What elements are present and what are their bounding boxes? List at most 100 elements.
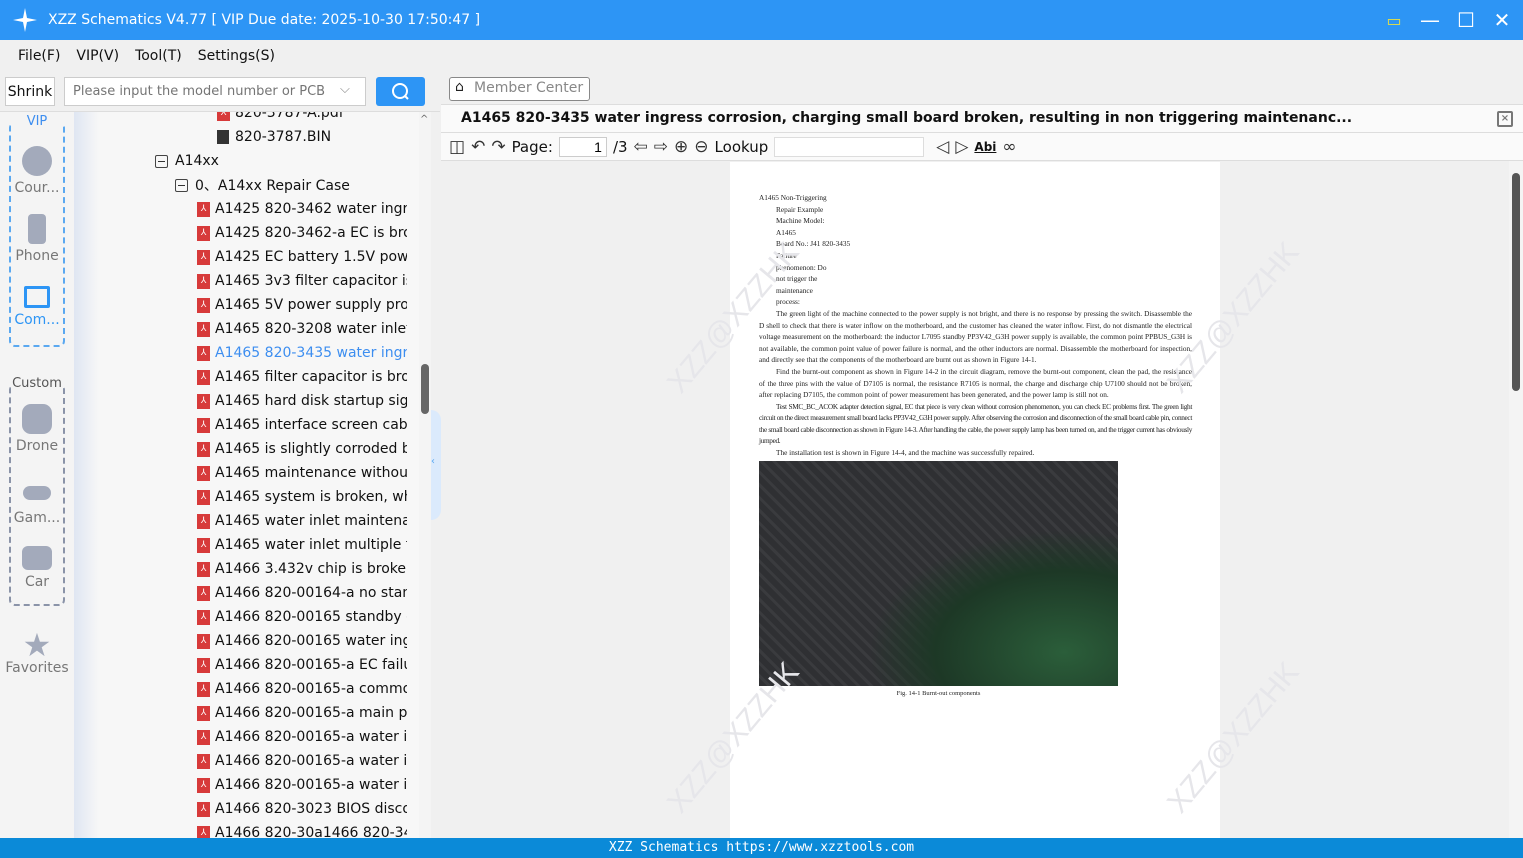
sidebar-item-courses[interactable]: Cour... (0, 146, 74, 196)
sidebar-item-games[interactable]: Gam... (0, 482, 74, 526)
page-input[interactable] (558, 136, 607, 157)
sidebar-item-phone[interactable]: Phone (0, 214, 74, 264)
shrink-button[interactable]: Shrink (5, 77, 55, 106)
tree-file[interactable]: ⅄ A1425 820-3462 water ingress (197, 197, 407, 221)
pdf-icon: ⅄ (197, 393, 210, 409)
tree-file[interactable]: ⅄ A1425 EC battery 1.5V power (197, 245, 407, 269)
tree-file[interactable]: ⅄ A1466 820-00165-a common (197, 677, 407, 701)
member-row: ⌂ Member Center (441, 72, 1523, 105)
tree-file[interactable]: ⅄ A1465 820-3435 water ingress (197, 341, 407, 365)
tree-file[interactable]: ⅄ A1465 820-3208 water inlet c (197, 317, 407, 341)
pdf-icon: ⅄ (197, 801, 210, 817)
search-button[interactable] (376, 77, 425, 106)
page-heading-line: not trigger the (776, 274, 818, 284)
tree-file[interactable]: ⅄ A1465 water inlet maintenan (197, 509, 407, 533)
tree-file[interactable]: ⅄ A1466 820-00165 water ingre (197, 629, 407, 653)
rotate-left-icon[interactable]: ↶ (471, 137, 485, 157)
zoom-out-icon[interactable]: ⊖ (694, 137, 708, 157)
tree-file[interactable]: ⅄ A1466 820-00165-a water inl (197, 749, 407, 773)
sidebar-item-computer[interactable]: Com... (0, 286, 74, 328)
toolbox-icon[interactable]: ▭ (1383, 11, 1405, 30)
next-page-icon[interactable]: ⇨ (654, 137, 668, 157)
custom-label: Custom (11, 376, 63, 391)
collapse-icon[interactable] (155, 154, 168, 168)
tree-file[interactable]: ⅄ A1466 820-00165-a EC failur (197, 653, 407, 677)
app-logo-icon (13, 8, 37, 32)
tree-folder[interactable]: A14xx (155, 149, 219, 173)
tree-file-label: 820-3787-A.pdf (235, 112, 344, 121)
sidebar-item-label: Cour... (14, 180, 60, 196)
menu-vip[interactable]: VIP(V) (76, 48, 119, 64)
tree-file[interactable]: ⅄ A1465 maintenance without (197, 461, 407, 485)
two-page-icon[interactable]: ◫ (449, 137, 465, 157)
tree-file[interactable]: ⅄ A1466 820-00164-a no stand (197, 581, 407, 605)
menu-file[interactable]: File(F) (18, 48, 60, 64)
tree-file[interactable]: ⅄ 820-3787-A.pdf (217, 112, 344, 125)
search-icon (392, 83, 409, 100)
tree-file[interactable]: ⅄ A1465 5V power supply probl (197, 293, 407, 317)
tree-file[interactable]: ⅄ A1465 is slightly corroded by (197, 437, 407, 461)
sidebar-item-drone[interactable]: Drone (0, 404, 74, 454)
sidebar-item-car[interactable]: Car (0, 546, 74, 590)
tree-file[interactable]: ⅄ A1465 3v3 filter capacitor is b (197, 269, 407, 293)
tree-folder[interactable]: 0、A14xx Repair Case (175, 173, 350, 197)
viewer-scrollbar[interactable] (1509, 161, 1523, 838)
tree-file[interactable]: ⅄ A1465 hard disk startup sign (197, 389, 407, 413)
sidebar-item-label: Car (24, 574, 50, 590)
page-total: /3 (612, 137, 628, 156)
pdf-viewer: A1465 Non-Triggering Repair Example Machin… (441, 161, 1523, 838)
binoculars-icon[interactable]: ∞ (1002, 137, 1016, 157)
tree-file[interactable]: ⅄ A1425 820-3462-a EC is broken (197, 221, 407, 245)
tree-file[interactable]: ⅄ A1466 820-00165-a water ing (197, 725, 407, 749)
sidebar-item-label: Favorites (5, 660, 69, 676)
tree-file[interactable]: 820-3787.BIN (217, 125, 331, 149)
star-icon: ★ (22, 626, 52, 664)
pdf-icon: ⅄ (197, 585, 210, 601)
find-prev-icon[interactable]: ◁ (936, 137, 949, 157)
tree-file[interactable]: ⅄ A1465 system is broken, which (197, 485, 407, 509)
tree-folder-label: 0、A14xx Repair Case (195, 178, 350, 194)
tree-file[interactable]: ⅄ A1466 3.432v chip is broken, (197, 557, 407, 581)
rotate-right-icon[interactable]: ↷ (491, 137, 505, 157)
tree-file-label: A1466 820-3023 BIOS discon (215, 801, 407, 817)
tree-file[interactable]: ⅄ A1466 820-00165 standby ch (197, 605, 407, 629)
tree-file[interactable]: ⅄ A1466 820-30a1466 820-343 (197, 821, 407, 838)
tree-file-label: A1466 820-00165-a water inl (215, 753, 407, 769)
collapse-icon[interactable] (175, 178, 188, 192)
tree-file[interactable]: ⅄ A1466 820-3023 BIOS discon (197, 797, 407, 821)
tree-file[interactable]: ⅄ A1465 filter capacitor is brok (197, 365, 407, 389)
lookup-input[interactable] (774, 136, 925, 157)
member-center-button[interactable]: ⌂ Member Center (449, 77, 591, 101)
tree-file[interactable]: ⅄ A1465 water inlet multiple fa (197, 533, 407, 557)
close-button[interactable]: ✕ (1491, 8, 1513, 32)
chip-icon (217, 130, 229, 144)
tree-scrollbar[interactable]: ^ (419, 112, 431, 838)
match-case-icon[interactable]: Abi (974, 140, 996, 154)
tree-file-label: A1425 EC battery 1.5V power (215, 249, 407, 265)
zoom-in-icon[interactable]: ⊕ (674, 137, 688, 157)
chevron-down-icon[interactable]: ⌵ (340, 82, 350, 97)
document-tab[interactable]: A1465 820-3435 water ingress corrosion, … (441, 105, 1523, 133)
collapse-panel-button[interactable]: ‹ (431, 410, 441, 520)
drone-icon (22, 404, 52, 434)
sidebar-item-favorites[interactable]: ★ Favorites (0, 626, 74, 676)
find-next-icon[interactable]: ▷ (955, 137, 968, 157)
minimize-button[interactable]: — (1419, 8, 1441, 32)
search-input[interactable] (64, 77, 366, 106)
close-document-icon[interactable]: × (1497, 111, 1513, 127)
scroll-thumb[interactable] (1512, 173, 1520, 391)
menu-tool[interactable]: Tool(T) (135, 48, 182, 64)
pdf-icon: ⅄ (197, 369, 210, 385)
scroll-thumb[interactable] (421, 364, 429, 414)
tree-file-label: A1466 3.432v chip is broken, (215, 561, 407, 577)
menu-settings[interactable]: Settings(S) (198, 48, 275, 64)
tree-file[interactable]: ⅄ A1465 interface screen cable (197, 413, 407, 437)
pdf-icon: ⅄ (197, 489, 210, 505)
tree-file[interactable]: ⅄ A1466 820-00165-a water inl (197, 773, 407, 797)
pdf-icon: ⅄ (197, 225, 210, 241)
pdf-icon: ⅄ (197, 417, 210, 433)
prev-page-icon[interactable]: ⇦ (634, 137, 648, 157)
maximize-button[interactable]: ☐ (1455, 8, 1477, 32)
tree-file[interactable]: ⅄ A1466 820-00165-a main pow (197, 701, 407, 725)
figure-image (759, 460, 1118, 686)
